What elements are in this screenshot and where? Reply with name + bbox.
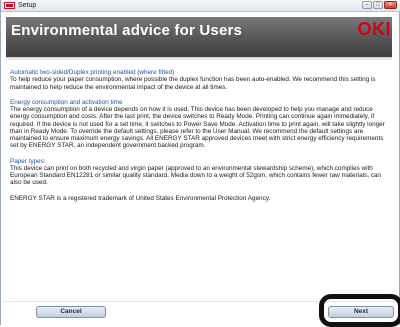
app-icon — [4, 2, 15, 9]
header-shadow — [6, 57, 392, 61]
section-body: To help reduce your paper consumption, w… — [10, 76, 376, 91]
section-duplex: Automatic two-sided/Duplex printing enab… — [10, 69, 390, 91]
page-title: Environmental advice for Users — [11, 22, 243, 39]
minimize-icon[interactable]: – — [362, 1, 372, 9]
trademark-note: ENERGY STAR is a registered trademark of… — [10, 194, 271, 202]
section-body: The energy consumption of a device depen… — [10, 106, 385, 150]
section-body: This device can print on both recycled a… — [10, 164, 381, 187]
setup-window: Setup – □ × Environmental advice for Use… — [0, 0, 400, 327]
section-paper: Paper types: This device can print on bo… — [10, 158, 390, 187]
content-area: Automatic two-sided/Duplex printing enab… — [10, 69, 390, 202]
cancel-button[interactable]: Cancel — [36, 306, 106, 318]
oki-logo: OKI — [357, 19, 391, 39]
section-energy: Energy consumption and activation time T… — [10, 99, 390, 150]
maximize-icon[interactable]: □ — [373, 1, 383, 9]
title-bar[interactable]: Setup – □ × — [1, 0, 400, 12]
window-title: Setup — [18, 2, 37, 9]
section-heading: Energy consumption and activation time — [10, 98, 123, 106]
next-button[interactable]: Next — [328, 306, 394, 318]
close-icon[interactable]: × — [384, 1, 397, 9]
section-heading: Automatic two-sided/Duplex printing enab… — [10, 69, 175, 76]
section-heading: Paper types: — [10, 157, 46, 165]
